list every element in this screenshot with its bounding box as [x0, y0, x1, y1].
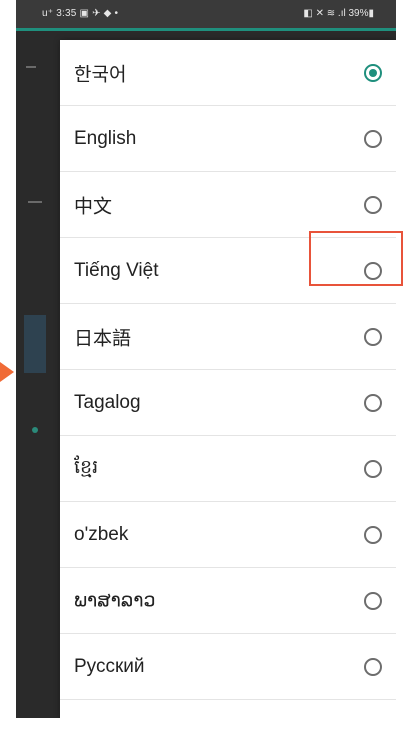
radio-icon[interactable] — [364, 657, 382, 676]
language-dialog: 한국어 English 中文 Tiếng Việt 日本語 Tagalog ខ្… — [60, 40, 396, 718]
bg-dot — [32, 427, 38, 433]
bg-line — [28, 201, 42, 203]
language-label: 日本語 — [74, 328, 132, 349]
language-option-english[interactable]: English — [60, 106, 396, 172]
language-label: Русский — [74, 655, 145, 677]
language-label: Tagalog — [74, 391, 141, 413]
radio-icon[interactable] — [364, 591, 382, 610]
radio-icon[interactable] — [364, 195, 382, 214]
language-option-russian[interactable]: Русский — [60, 634, 396, 700]
radio-icon[interactable] — [364, 459, 382, 478]
pointer-arrow-icon — [0, 362, 14, 382]
language-option-korean[interactable]: 한국어 — [60, 40, 396, 106]
radio-icon[interactable] — [364, 129, 382, 148]
phone-screen: u⁺ 3:35 ▣ ✈ ◆ • ◧ ✕ ≋ .ıl 39%▮ 한국어 Engli… — [16, 0, 396, 718]
language-label: 한국어 — [74, 64, 127, 85]
language-option-khmer[interactable]: ខ្មែរ — [60, 436, 396, 502]
language-option-tagalog[interactable]: Tagalog — [60, 370, 396, 436]
language-option-chinese[interactable]: 中文 — [60, 172, 396, 238]
language-label: ພາສາລາວ — [74, 590, 156, 611]
language-option-uzbek[interactable]: o'zbek — [60, 502, 396, 568]
language-option-japanese[interactable]: 日本語 — [60, 304, 396, 370]
radio-icon[interactable] — [364, 327, 382, 346]
status-bar: u⁺ 3:35 ▣ ✈ ◆ • ◧ ✕ ≋ .ıl 39%▮ — [16, 0, 396, 28]
radio-icon-checked[interactable] — [364, 63, 382, 82]
status-right: ◧ ✕ ≋ .ıl 39%▮ — [303, 8, 374, 19]
bg-card — [24, 315, 46, 373]
status-left: u⁺ 3:35 ▣ ✈ ◆ • — [42, 8, 119, 19]
language-label: o'zbek — [74, 523, 129, 545]
radio-icon[interactable] — [364, 525, 382, 544]
bg-line — [26, 66, 36, 68]
language-label: ខ្មែរ — [74, 456, 99, 478]
language-option-lao[interactable]: ພາສາລາວ — [60, 568, 396, 634]
language-label: Tiếng Việt — [74, 259, 159, 281]
language-label: 中文 — [74, 196, 113, 217]
highlight-box — [309, 231, 403, 286]
radio-icon[interactable] — [364, 393, 382, 412]
language-list: 한국어 English 中文 Tiếng Việt 日本語 Tagalog ខ្… — [60, 40, 396, 700]
language-label: English — [74, 127, 137, 149]
